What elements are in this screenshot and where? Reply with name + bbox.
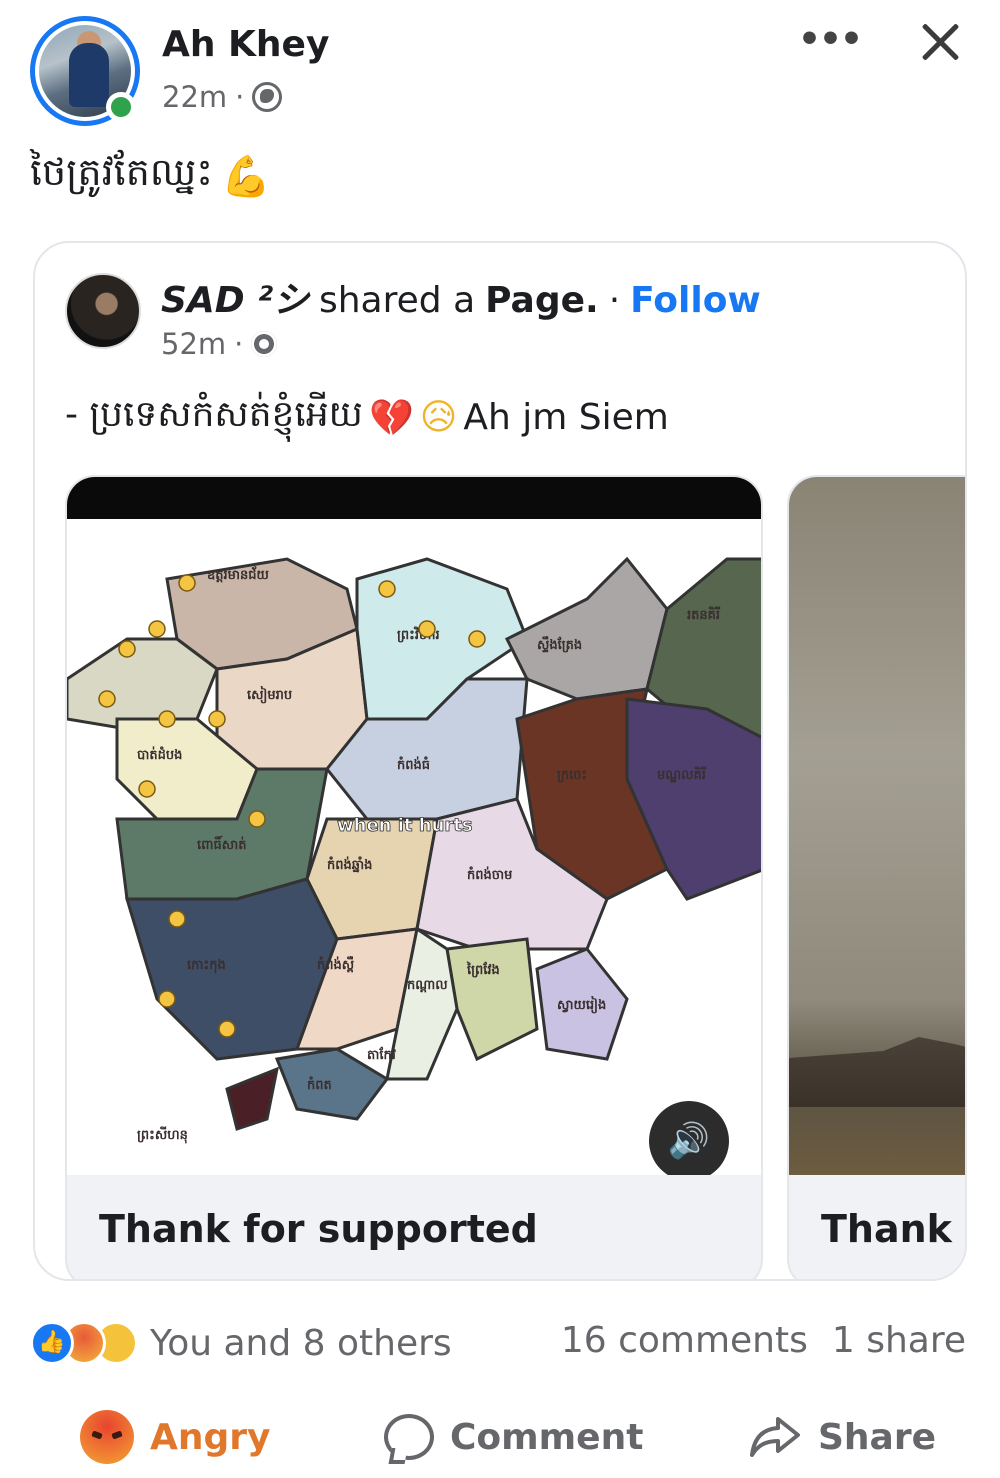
map-label-text: ស្វាយរៀង — [557, 996, 606, 1014]
header-separator: · — [608, 280, 621, 321]
burst-marker — [468, 630, 486, 648]
map-label-text: កំពង់ធំ — [397, 756, 430, 773]
map-label-text: សៀមរាប — [247, 686, 292, 704]
react-button[interactable]: Angry — [80, 1402, 270, 1472]
burst-marker — [98, 690, 116, 708]
map-label-text: កោះកុង — [187, 958, 226, 974]
shared-post-card[interactable]: SAD ²シ shared a Page. · Follow 52m · - ប… — [33, 241, 967, 1281]
carousel-slide[interactable]: Thank for — [787, 475, 965, 1279]
meta-separator: · — [235, 80, 245, 114]
sad-face-icon: 😥 — [419, 397, 458, 438]
sound-toggle-button[interactable]: 🔊 — [649, 1101, 729, 1175]
online-status-dot — [106, 92, 136, 122]
burst-marker — [418, 620, 436, 638]
reactions-summary[interactable]: 👍 You and 8 others — [30, 1318, 452, 1368]
engagement-counts: 16 comments 1 share — [561, 1320, 966, 1361]
map-svg: ឧត្ដរមានជ័យ សៀមរាប ព្រះវិហារ ស្ទឹងត្រែង … — [67, 556, 761, 1144]
map-region — [225, 1066, 280, 1131]
map-label-text: មណ្ឌលគិរី — [657, 766, 707, 783]
slide-caption[interactable]: Thank for — [821, 1207, 965, 1251]
globe-icon — [252, 82, 283, 112]
map-region — [445, 937, 539, 1062]
burst-marker — [378, 580, 396, 598]
reactions-text[interactable]: You and 8 others — [150, 1323, 452, 1364]
shared-page-word[interactable]: Page. — [485, 280, 599, 321]
burst-marker — [178, 574, 196, 592]
burst-marker — [148, 620, 166, 638]
post-text: ថៃត្រូវតែឈ្នះ 💪 — [30, 148, 271, 204]
video-top-bar — [67, 477, 761, 519]
gear-icon — [251, 331, 278, 357]
map-label-text: កំពង់ចាម — [467, 866, 512, 883]
shared-caption-text: - ប្រទេសកំសត់ខ្ញុំអើយ — [65, 394, 363, 435]
burst-marker — [158, 710, 176, 728]
share-label: Share — [818, 1416, 937, 1458]
post-text-content: ថៃត្រូវតែឈ្នះ — [30, 150, 213, 194]
shared-author-avatar[interactable] — [65, 273, 141, 349]
post-meta: 22m · — [162, 80, 283, 114]
map-label-text: ពោធិ៍សាត់ — [197, 835, 247, 853]
shared-action-text: shared a — [318, 280, 476, 321]
more-options-button[interactable]: ••• — [798, 20, 863, 66]
comment-icon — [384, 1414, 434, 1460]
map-region — [504, 556, 669, 701]
shares-count[interactable]: 1 share — [832, 1320, 966, 1361]
broken-heart-icon: 💔 — [368, 397, 414, 439]
like-reaction-icon: 👍 — [30, 1321, 74, 1365]
map-label-text: ព្រៃវែង — [466, 961, 500, 978]
comments-count[interactable]: 16 comments — [561, 1320, 808, 1361]
landscape-photo — [789, 477, 965, 1175]
burst-marker — [208, 710, 226, 728]
comment-label: Comment — [450, 1416, 644, 1458]
angry-emoji-icon — [80, 1410, 134, 1464]
map-label-text: បាត់ដំបង — [137, 746, 182, 763]
share-button[interactable]: Share — [748, 1402, 936, 1472]
burst-marker — [218, 1020, 236, 1038]
shared-time[interactable]: 52m — [161, 327, 226, 361]
burst-marker — [158, 990, 176, 1008]
map-label-text: ស្ទឹងត្រែង — [537, 636, 582, 653]
map-region — [67, 637, 219, 731]
follow-button[interactable]: Follow — [630, 280, 761, 321]
cambodia-map-image: ឧត្ដរមានជ័យ សៀមរាប ព្រះវិហារ ស្ទឹងត្រែង … — [67, 519, 761, 1175]
map-label-text: កណ្ដាល — [407, 978, 448, 993]
burst-marker — [168, 910, 186, 928]
burst-marker — [118, 640, 136, 658]
map-label-text: ព្រះសីហនុ — [137, 1126, 188, 1144]
shared-meta: 52m · — [161, 327, 278, 361]
share-icon — [750, 1417, 800, 1457]
carousel-slide[interactable]: ឧត្ដរមានជ័យ សៀមរាប ព្រះវិហារ ស្ទឹងត្រែង … — [65, 475, 763, 1279]
slide-caption[interactable]: Thank for supported — [99, 1207, 538, 1251]
author-name[interactable]: Ah Khey — [162, 24, 329, 65]
react-label: Angry — [150, 1416, 271, 1458]
burst-marker — [138, 780, 156, 798]
burst-marker — [248, 810, 266, 828]
map-label-text: កំពត — [307, 1076, 332, 1093]
map-label-text: កំពង់ស្ពឺ — [317, 956, 355, 973]
map-label-text: ឧត្ដរមានជ័យ — [207, 566, 270, 583]
flexed-biceps-icon: 💪 — [220, 153, 271, 200]
map-label-text: កំពង់ឆ្នាំង — [327, 856, 372, 873]
map-label-text: តាកែវ — [367, 1046, 396, 1063]
shared-author-name[interactable]: SAD ²シ — [161, 271, 309, 323]
shared-caption-suffix: Ah jm Siem — [463, 397, 669, 438]
meta-separator: · — [234, 327, 244, 361]
comment-button[interactable]: Comment — [384, 1402, 643, 1472]
shared-caption: - ប្រទេសកំសត់ខ្ញុំអើយ 💔 😥 Ah jm Siem — [65, 391, 669, 444]
map-label-text: ក្រចេះ — [557, 768, 587, 783]
map-overlay-text: when it hurts — [337, 815, 473, 836]
close-icon[interactable] — [912, 14, 968, 70]
map-label-text: រតនគិរី — [687, 606, 721, 623]
post-time[interactable]: 22m — [162, 80, 227, 114]
shared-header-line: SAD ²シ shared a Page. · Follow — [161, 271, 761, 323]
